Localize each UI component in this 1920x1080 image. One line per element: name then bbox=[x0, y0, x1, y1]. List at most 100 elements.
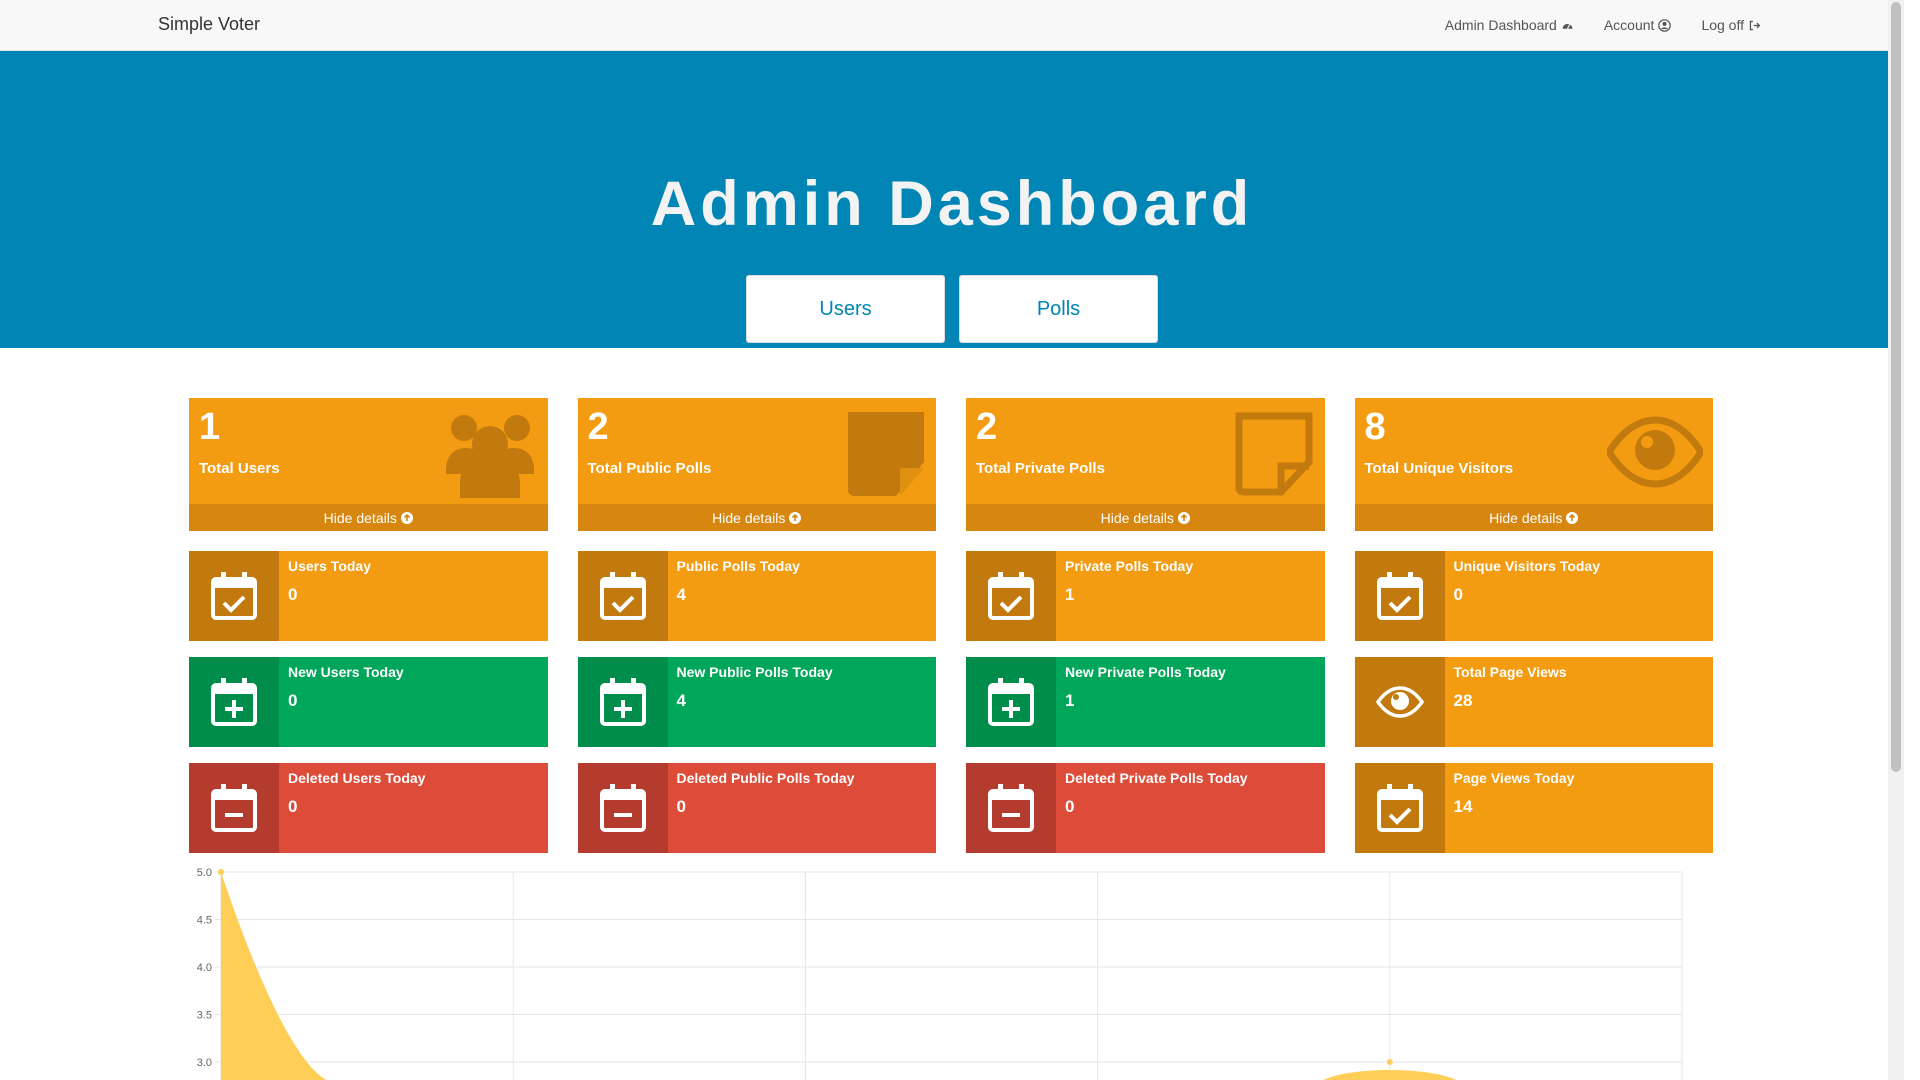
chart-y-tick-label: 3.0 bbox=[197, 1057, 212, 1069]
page-views-today-text: Page Views Today 14 bbox=[1445, 763, 1714, 853]
arrow-circle-up-icon bbox=[1566, 511, 1579, 524]
new-public-polls-today-label: New Public Polls Today bbox=[676, 664, 833, 680]
public-polls-today-card: Public Polls Today 4 bbox=[577, 551, 936, 641]
eye-icon bbox=[1375, 686, 1424, 718]
deleted-users-today-label: Deleted Users Today bbox=[288, 770, 426, 786]
calendar-minus-icon bbox=[211, 784, 257, 832]
page-views-today-value: 14 bbox=[1453, 797, 1473, 816]
new-public-polls-today-text: New Public Polls Today 4 bbox=[668, 657, 937, 747]
chart-area-segment bbox=[221, 872, 327, 1080]
new-public-polls-today-card: New Public Polls Today 4 bbox=[577, 657, 937, 747]
nav-admin-dashboard[interactable]: Admin Dashboard bbox=[1445, 17, 1574, 33]
new-today-row: New Users Today 0 New Public Polls Today… bbox=[189, 657, 1713, 747]
total-unique-visitors-details-label: Hide details bbox=[1489, 509, 1563, 526]
public-polls-today-value: 4 bbox=[676, 585, 686, 604]
calendar-check-icon bbox=[211, 572, 257, 620]
total-public-polls-details-toggle[interactable]: Hide details bbox=[577, 504, 936, 531]
total-unique-visitors-details-toggle[interactable]: Hide details bbox=[1354, 504, 1713, 531]
total-unique-visitors-value: 8 bbox=[1364, 406, 1386, 448]
deleted-today-row: Deleted Users Today 0 Deleted Public Pol… bbox=[189, 763, 1713, 853]
unique-visitors-today-card: Unique Visitors Today 0 bbox=[1354, 551, 1714, 641]
private-polls-today-label: Private Polls Today bbox=[1065, 558, 1194, 574]
calendar-check-icon bbox=[1376, 572, 1423, 620]
chart-y-tick-label: 3.5 bbox=[197, 1010, 212, 1022]
users-today-icon-box bbox=[189, 551, 279, 641]
page-scrollbar[interactable] bbox=[1888, 0, 1904, 1080]
nav-log-off-label: Log off bbox=[1701, 17, 1744, 33]
sign-out-icon bbox=[1749, 20, 1761, 30]
chart-data-point[interactable] bbox=[1386, 1059, 1393, 1065]
deleted-private-polls-today-value: 0 bbox=[1065, 797, 1075, 816]
activity-chart: 5.0 4.5 4.0 3.5 3.0 bbox=[197, 867, 1683, 1080]
page-views-today-icon-box bbox=[1354, 763, 1445, 853]
new-private-polls-today-card: New Private Polls Today 1 bbox=[966, 657, 1325, 747]
total-page-views-card: Total Page Views 28 bbox=[1354, 657, 1714, 747]
dashboard-icon bbox=[1562, 23, 1573, 29]
today-stats-row: Users Today 0 Public Polls Today 4 Priva… bbox=[189, 551, 1713, 641]
page-views-today-card: Page Views Today 14 bbox=[1354, 763, 1714, 853]
chart-area-segment bbox=[1323, 1070, 1456, 1080]
calendar-check-icon bbox=[988, 572, 1034, 620]
deleted-users-today-icon-box bbox=[189, 763, 279, 853]
total-users-details-toggle[interactable]: Hide details bbox=[189, 504, 548, 531]
users-button[interactable]: Users bbox=[746, 275, 945, 343]
public-polls-today-label: Public Polls Today bbox=[676, 558, 800, 574]
nav-account-label: Account bbox=[1603, 17, 1655, 33]
private-polls-today-text: Private Polls Today 1 bbox=[1056, 551, 1325, 641]
user-circle-icon bbox=[1658, 18, 1672, 32]
calendar-plus-icon bbox=[599, 678, 646, 726]
total-page-views-value: 28 bbox=[1453, 691, 1473, 710]
deleted-public-polls-today-label: Deleted Public Polls Today bbox=[676, 770, 855, 786]
private-polls-today-icon-box bbox=[966, 551, 1056, 641]
scrollbar-thumb[interactable] bbox=[1891, 2, 1901, 772]
total-private-polls-details-label: Hide details bbox=[1100, 509, 1174, 526]
chart-y-tick-label: 5.0 bbox=[197, 867, 212, 879]
chart-y-tick-label: 4.5 bbox=[197, 915, 212, 927]
total-users-details-label: Hide details bbox=[323, 509, 397, 526]
total-private-polls-value: 2 bbox=[976, 406, 998, 448]
nav-log-off[interactable]: Log off bbox=[1701, 17, 1761, 33]
total-users-label: Total Users bbox=[199, 460, 280, 477]
new-users-today-label: New Users Today bbox=[288, 664, 404, 680]
hero-buttons: Users Polls bbox=[0, 275, 1904, 343]
private-polls-today-value: 1 bbox=[1065, 585, 1075, 604]
users-today-label: Users Today bbox=[288, 558, 371, 574]
new-private-polls-today-value: 1 bbox=[1065, 691, 1075, 710]
unique-visitors-today-label: Unique Visitors Today bbox=[1453, 558, 1601, 574]
total-private-polls-details-toggle[interactable]: Hide details bbox=[966, 504, 1325, 531]
page-views-today-label: Page Views Today bbox=[1453, 770, 1575, 786]
arrow-circle-up-icon bbox=[789, 511, 802, 524]
sticky-note-icon bbox=[848, 412, 924, 496]
total-private-polls-card: 2 Total Private Polls Hide details bbox=[966, 398, 1325, 531]
new-users-today-card: New Users Today 0 bbox=[189, 657, 548, 747]
total-page-views-text: Total Page Views 28 bbox=[1445, 657, 1714, 747]
nav-links: Admin Dashboard Account Log off bbox=[1445, 17, 1761, 33]
deleted-private-polls-today-label: Deleted Private Polls Today bbox=[1065, 770, 1248, 786]
unique-visitors-today-value: 0 bbox=[1453, 585, 1463, 604]
deleted-private-polls-today-icon-box bbox=[966, 763, 1056, 853]
total-users-card: 1 Total Users Hide details bbox=[189, 398, 548, 531]
chart-y-tick-label: 4.0 bbox=[197, 962, 212, 974]
new-private-polls-today-text: New Private Polls Today 1 bbox=[1056, 657, 1325, 747]
total-private-polls-label: Total Private Polls bbox=[976, 460, 1105, 477]
deleted-private-polls-today-text: Deleted Private Polls Today 0 bbox=[1056, 763, 1325, 853]
total-public-polls-label: Total Public Polls bbox=[587, 460, 712, 477]
unique-visitors-today-text: Unique Visitors Today 0 bbox=[1445, 551, 1714, 641]
users-today-card: Users Today 0 bbox=[189, 551, 548, 641]
calendar-minus-icon bbox=[599, 784, 646, 832]
deleted-public-polls-today-icon-box bbox=[577, 763, 668, 853]
new-public-polls-today-value: 4 bbox=[676, 691, 686, 710]
deleted-public-polls-today-text: Deleted Public Polls Today 0 bbox=[668, 763, 937, 853]
arrow-circle-up-icon bbox=[1177, 511, 1190, 524]
new-users-today-value: 0 bbox=[288, 691, 298, 710]
nav-account[interactable]: Account bbox=[1604, 17, 1672, 33]
dashboard-content: 1 Total Users Hide details 2 Total Publi… bbox=[189, 398, 1713, 853]
navbar: Simple Voter Admin Dashboard Account Log… bbox=[0, 0, 1904, 51]
brand-link[interactable]: Simple Voter bbox=[158, 14, 260, 35]
chart-data-point[interactable] bbox=[218, 869, 224, 875]
total-unique-visitors-label: Total Unique Visitors bbox=[1364, 460, 1514, 477]
calendar-check-icon bbox=[1376, 784, 1423, 832]
polls-button[interactable]: Polls bbox=[959, 275, 1158, 343]
nav-admin-dashboard-label: Admin Dashboard bbox=[1444, 17, 1557, 33]
deleted-users-today-card: Deleted Users Today 0 bbox=[189, 763, 548, 853]
